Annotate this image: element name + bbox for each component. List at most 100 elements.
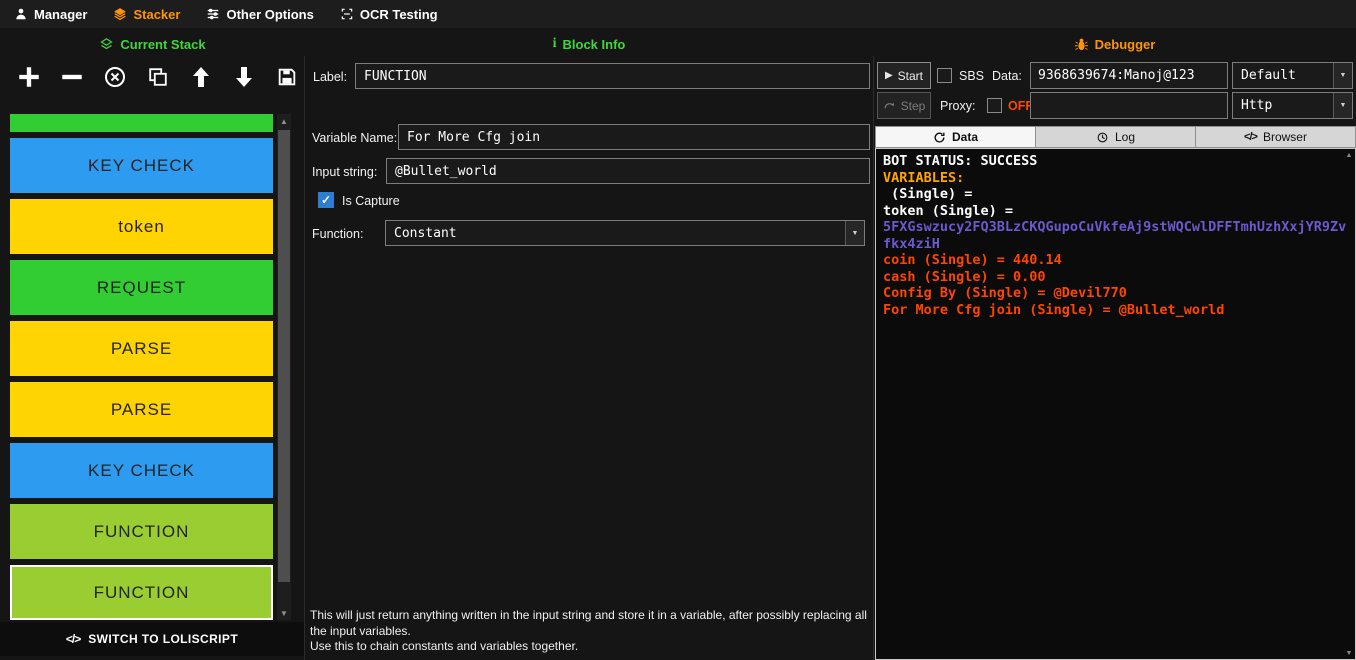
bug-icon [1074, 38, 1088, 50]
stack-panel: KEY CHECK token REQUEST PARSE PARSE KEY … [10, 114, 273, 620]
block-label: PARSE [110, 399, 173, 419]
chevron-down-icon[interactable]: ▼ [845, 221, 864, 245]
add-block-button[interactable] [16, 64, 42, 90]
tab-label: Data [951, 130, 978, 144]
console-line: token (Single) = [883, 202, 1014, 219]
step-label: Step [900, 98, 926, 113]
proxy-label: Proxy: [940, 99, 976, 113]
current-stack-title: Current Stack [0, 34, 305, 54]
scroll-up-icon[interactable]: ▲ [1344, 150, 1354, 160]
wordlist-type-select[interactable]: Default ▼ [1232, 62, 1353, 89]
sbs-checkbox[interactable] [937, 68, 952, 83]
stack-block[interactable]: PARSE [10, 382, 273, 437]
tab-log[interactable]: Log [1035, 126, 1195, 148]
switch-to-loliscript-button[interactable]: </> SWITCH TO LOLISCRIPT [0, 622, 304, 656]
tab-label: Log [1114, 130, 1136, 144]
stack-block[interactable]: FUNCTION [10, 504, 273, 559]
debugger-console: BOT STATUS: SUCCESS VARIABLES: (Single) … [875, 148, 1356, 660]
debugger-tabs: Data Log </> Browser [875, 126, 1356, 148]
stack-block[interactable]: KEY CHECK [10, 138, 273, 193]
console-line: Config By (Single) = @Devil770 [883, 285, 1127, 301]
description-line: Use this to chain constants and variable… [310, 639, 579, 653]
input-string-label: Input string: [312, 165, 378, 179]
stack-block[interactable]: token [10, 199, 273, 254]
label-field-label: Label: [313, 70, 348, 84]
stack-block-selected[interactable]: FUNCTION [10, 565, 273, 620]
play-icon: ▶ [884, 70, 893, 81]
code-icon: </> [1244, 131, 1258, 143]
step-icon [884, 102, 894, 109]
scroll-up-icon[interactable]: ▲ [277, 114, 291, 128]
history-icon [1097, 132, 1108, 142]
console-line: coin (Single) = 440.14 [883, 252, 1062, 268]
console-scrollbar: ▲ ▼ [1344, 150, 1354, 658]
scroll-down-icon[interactable]: ▼ [1344, 648, 1354, 658]
switch-button-label: SWITCH TO LOLISCRIPT [88, 632, 239, 646]
move-down-icon [236, 67, 252, 87]
block-label: FUNCTION [93, 521, 190, 541]
stack-icon [114, 8, 127, 21]
move-down-button[interactable] [231, 64, 257, 90]
menu-label: Other Options [226, 6, 314, 22]
variable-name-input[interactable] [398, 124, 870, 150]
menu-ocr-testing[interactable]: OCR Testing [340, 7, 438, 22]
ocr-icon [341, 8, 353, 20]
clone-block-button[interactable] [145, 64, 171, 90]
disable-icon [105, 67, 125, 87]
block-label: PARSE [110, 338, 173, 358]
move-up-button[interactable] [188, 64, 214, 90]
proxy-input[interactable] [1030, 92, 1228, 119]
start-label: Start [897, 68, 924, 83]
stack-block[interactable]: PARSE [10, 321, 273, 376]
divider [873, 56, 874, 660]
proxy-type-value: Http [1241, 98, 1273, 113]
block-label: token [118, 216, 165, 236]
check-icon: ✓ [320, 193, 332, 207]
tab-label: Browser [1262, 130, 1307, 144]
current-stack-label: Current Stack [120, 36, 206, 52]
scroll-down-icon[interactable]: ▼ [277, 606, 291, 620]
menu-manager[interactable]: Manager [14, 7, 87, 22]
tab-browser[interactable]: </> Browser [1195, 126, 1356, 148]
proxy-type-select[interactable]: Http ▼ [1232, 92, 1353, 119]
input-string-input[interactable] [386, 158, 870, 184]
block-description: This will just return anything written i… [310, 608, 872, 655]
sbs-label: SBS [959, 69, 985, 83]
stack-block[interactable]: KEY CHECK [10, 443, 273, 498]
save-button[interactable] [274, 64, 300, 90]
add-icon [19, 67, 39, 87]
console-line: VARIABLES: [883, 169, 965, 186]
stack-block[interactable]: REQUEST [10, 260, 273, 315]
sliders-icon [208, 8, 219, 20]
layers-icon [100, 37, 114, 49]
data-label: Data: [992, 69, 1022, 83]
block-info-label: Block Info [562, 36, 626, 52]
menu-stacker[interactable]: Stacker [113, 7, 180, 22]
wordlist-type-value: Default [1241, 68, 1296, 83]
block-label: REQUEST [96, 277, 187, 297]
stack-block[interactable] [10, 114, 273, 132]
proxy-checkbox[interactable] [987, 98, 1002, 113]
start-button[interactable]: ▶ Start [877, 62, 931, 89]
is-capture-checkbox[interactable]: ✓ [318, 192, 334, 208]
chevron-down-icon[interactable]: ▼ [1333, 63, 1352, 88]
function-label: Function: [312, 227, 364, 241]
remove-block-button[interactable] [59, 64, 85, 90]
menu-other-options[interactable]: Other Options [206, 6, 314, 22]
step-button[interactable]: Step [877, 92, 931, 119]
stack-toolbar [16, 58, 300, 96]
tab-data[interactable]: Data [875, 126, 1035, 148]
scrollbar-thumb[interactable] [278, 130, 290, 582]
chevron-down-icon[interactable]: ▼ [1333, 93, 1352, 118]
console-line: For More Cfg join (Single) = @Bullet_wor… [883, 301, 1225, 318]
debugger-title: Debugger [873, 34, 1356, 54]
block-info-panel: Label: Variable Name: Input string: ✓ Is… [305, 56, 873, 660]
function-select[interactable]: Constant ▼ [385, 220, 865, 246]
debugger-label: Debugger [1094, 36, 1156, 52]
move-up-icon [193, 67, 209, 87]
menu-label: Stacker [133, 6, 181, 22]
data-input[interactable] [1030, 62, 1228, 89]
menu-label: Manager [34, 6, 88, 22]
label-input[interactable] [355, 63, 870, 89]
disable-block-button[interactable] [102, 64, 128, 90]
